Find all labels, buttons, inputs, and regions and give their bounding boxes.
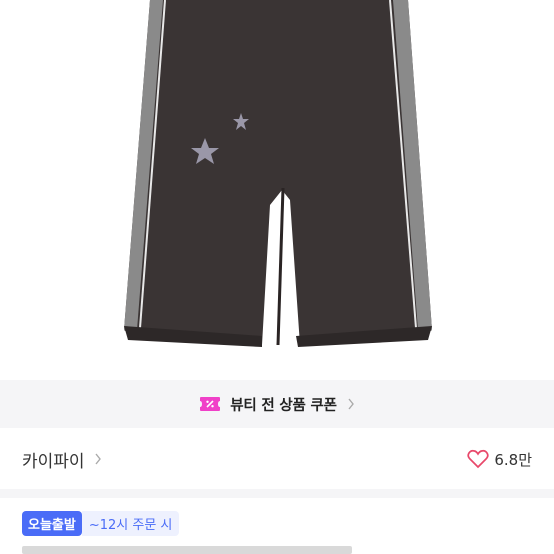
product-photo-pants: [124, 0, 432, 347]
like-button[interactable]: 6.8만: [467, 449, 532, 470]
shipping-cutoff-note: ~12시 주문 시: [81, 511, 180, 536]
chevron-right-icon: [95, 453, 101, 465]
chevron-right-icon: [348, 398, 354, 410]
product-title-cutoff: [22, 546, 422, 554]
product-image[interactable]: [0, 0, 554, 380]
heart-outline-icon: [467, 449, 489, 469]
coupon-label: 뷰티 전 상품 쿠폰: [230, 397, 337, 414]
like-count: 6.8만: [494, 450, 532, 469]
section-divider: [0, 489, 554, 498]
today-shipping-badge: 오늘출발: [22, 511, 82, 536]
brand-name: 카이파이: [22, 451, 85, 472]
ticket-percent-icon: [200, 397, 221, 411]
coupon-banner[interactable]: 뷰티 전 상품 쿠폰: [0, 380, 554, 428]
brand-row: 카이파이 6.8만: [0, 430, 554, 488]
brand-link[interactable]: 카이파이: [22, 447, 102, 472]
shipping-info: 오늘출발 ~12시 주문 시: [22, 511, 180, 536]
